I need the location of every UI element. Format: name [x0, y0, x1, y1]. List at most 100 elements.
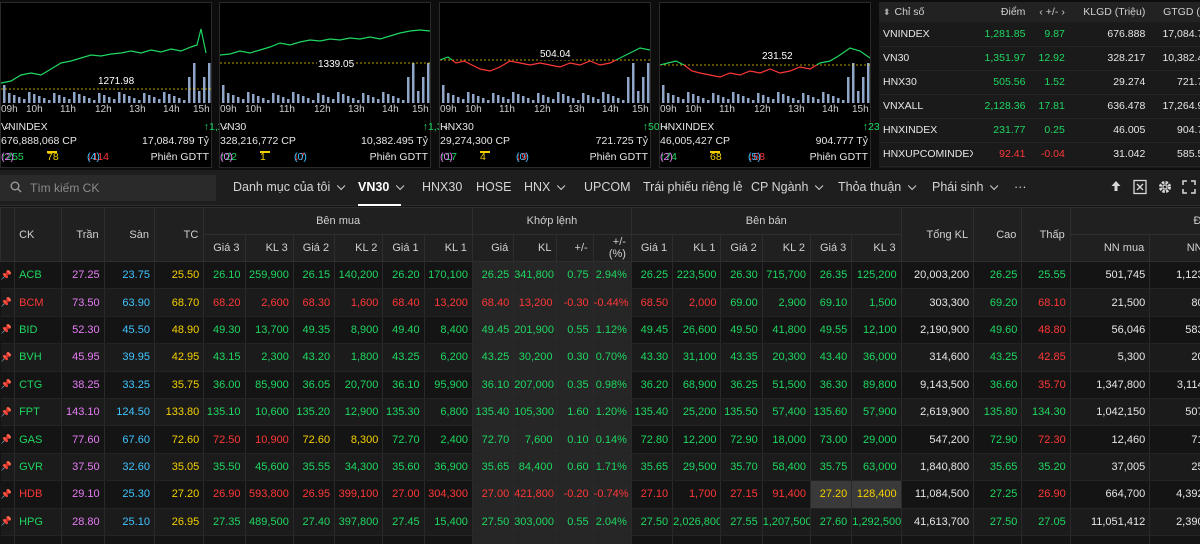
volume-bar — [522, 96, 525, 103]
more-tabs-button[interactable]: ··· — [1014, 170, 1027, 206]
tab-hose[interactable]: HOSE — [476, 170, 511, 206]
stock-row[interactable]: 📌 BVH 45.95 39.95 42.95 43.15 2,300 43.20 1,800 4… — [0, 343, 1200, 372]
tab-vn30[interactable]: VN30 — [358, 170, 405, 206]
chevron-down-icon — [557, 181, 566, 191]
tab-hnx30[interactable]: HNX30 — [422, 170, 462, 206]
summary-row[interactable]: HNXUPCOMINDEX 92.41 -0.04 31.042 585.531 — [879, 142, 1200, 167]
stock-row[interactable]: 📌 HDB 29.10 25.30 27.20 26.90 593,800 26.95 399,… — [0, 480, 1200, 509]
stock-row[interactable] — [0, 535, 1200, 544]
stock-row[interactable]: 📌 GVR 37.50 32.60 35.05 35.50 45,600 35.55 34,30… — [0, 453, 1200, 482]
col-header-total[interactable]: Tổng KL — [900, 207, 975, 262]
chevron-down-icon: ⌄ — [442, 121, 450, 131]
summary-header-value[interactable]: GTGD (Tỷ) — [1149, 2, 1200, 22]
col-header-ask-price-1[interactable]: Giá 1 — [630, 234, 674, 262]
tab-ph-i-sinh[interactable]: Phái sinh — [932, 170, 999, 206]
stock-row[interactable]: 📌 ACB 27.25 23.75 25.50 26.10 259,900 26.15 140,… — [0, 261, 1200, 290]
col-header-change-pct[interactable]: +/- (%) — [592, 234, 632, 262]
col-header-bid-vol-2[interactable]: KL 2 — [334, 234, 384, 262]
low-price: 25.55 — [1021, 261, 1071, 290]
fullscreen-icon[interactable] — [1181, 179, 1197, 195]
tab-cp-ng-nh[interactable]: CP Ngành — [751, 170, 824, 206]
ask-vol-2: 18,000 — [762, 425, 812, 454]
ask-vol-1: 25,200 — [672, 398, 722, 427]
summary-header-volume[interactable]: KLGD (Triệu) — [1068, 2, 1150, 22]
col-header-ask-vol-3[interactable]: KL 3 — [851, 234, 902, 262]
pin-icon[interactable]: 📌 — [0, 425, 16, 454]
stock-row[interactable]: 📌 FPT 143.10 124.50 133.80 135.10 10,600 135.20… — [0, 398, 1200, 427]
summary-row[interactable]: VNINDEX 1,281.85 9.87 676.888 17,084.789 — [879, 22, 1200, 47]
excel-export-icon[interactable] — [1132, 179, 1148, 195]
volume-bar — [317, 93, 320, 103]
change-pct: 0.14% — [593, 425, 632, 454]
tab-upcom[interactable]: UPCOM — [584, 170, 631, 206]
pin-icon[interactable]: 📌 — [0, 508, 16, 536]
high-price — [973, 535, 1023, 544]
tab-hnx[interactable]: HNX — [524, 170, 566, 206]
col-header-ask-price-3[interactable]: Giá 3 — [810, 234, 853, 262]
pin-icon[interactable]: 📌 — [0, 480, 16, 509]
col-header-floor[interactable]: Sàn — [103, 207, 155, 262]
foreign-sell: 507,000 — [1149, 398, 1200, 427]
col-header-foreign-buy[interactable]: NN mua — [1069, 234, 1151, 262]
tab-th-a-thu-n[interactable]: Thỏa thuận — [838, 170, 917, 206]
stock-row[interactable]: 📌 BCM 73.50 63.90 68.70 68.20 2,600 68.30 1,600 6… — [0, 288, 1200, 317]
summary-header-point[interactable]: Điểm — [973, 2, 1030, 22]
col-header-ref[interactable]: TC — [153, 207, 205, 262]
ask-price-2: 27.55 — [720, 508, 763, 536]
summary-row[interactable]: VNXALL 2,128.36 17.81 636.478 17,264.942 — [879, 94, 1200, 119]
tab-tr-i-phi-u-ri-ng-l-[interactable]: Trái phiếu riêng lẻ — [643, 170, 743, 206]
stock-row[interactable]: 📌 GAS 77.60 67.60 72.60 72.50 10,900 72.60 8,300… — [0, 425, 1200, 454]
volume-bar — [552, 99, 555, 103]
col-header-ask-price-2[interactable]: Giá 2 — [720, 234, 763, 262]
summary-value: 17,084.789 — [1149, 22, 1200, 47]
col-header-bid-price-2[interactable]: Giá 2 — [292, 234, 336, 262]
stock-row[interactable]: 📌 HPG 28.80 25.10 26.95 27.35 489,500 27.40 397,… — [0, 508, 1200, 536]
volume-bar — [73, 92, 76, 103]
col-header-ck[interactable]: CK — [14, 207, 63, 262]
summary-header-index[interactable]: ⬍ Chỉ số — [879, 2, 974, 22]
col-header-ask-vol-1[interactable]: KL 1 — [672, 234, 722, 262]
col-header-ceil[interactable]: Trần — [61, 207, 105, 262]
col-header-foreign-sell[interactable]: NN bán — [1149, 234, 1200, 262]
summary-header-change[interactable]: ‹ +/- › — [1029, 2, 1069, 22]
pin-icon[interactable]: 📌 — [0, 371, 16, 399]
pin-icon[interactable]: 📌 — [0, 316, 16, 345]
col-header-match-price[interactable]: Giá — [471, 234, 515, 262]
col-header-bid-vol-1[interactable]: KL 1 — [423, 234, 473, 262]
index-panel-hnx30[interactable]: 504.04 09h 10h 11h 12h 13h 14h 15h HNX30⌄ ↑ 50… — [439, 2, 743, 168]
index-panel-hnxindex[interactable]: 231.52 09h 10h 11h 12h 13h 14h 15h HNXINDEX ⌄ ↑… — [659, 2, 962, 168]
pin-icon[interactable]: 📌 — [0, 288, 16, 317]
stock-row[interactable]: 📌 CTG 38.25 33.25 35.75 36.00 85,900 36.05 20,70… — [0, 371, 1200, 399]
upload-icon[interactable] — [1108, 179, 1124, 195]
stock-row[interactable]: 📌 BID 52.30 45.50 48.90 49.30 13,700 49.35 8,900… — [0, 316, 1200, 345]
index-panel-vn30[interactable]: 1339.05 09h 10h 11h 12h 13h 14h 15h VN30⌄ ↑ 1,… — [219, 2, 538, 168]
pin-icon[interactable]: 📌 — [0, 261, 16, 290]
stock-search[interactable] — [0, 175, 216, 201]
col-header-match-vol[interactable]: KL — [513, 234, 558, 262]
tab-danh-m-c-c-a-t-i[interactable]: Danh mục của tôi — [233, 170, 346, 206]
col-header-low[interactable]: Thấp — [1021, 207, 1071, 262]
col-header-ask-vol-2[interactable]: KL 2 — [761, 234, 812, 262]
pin-icon[interactable] — [0, 535, 16, 544]
col-header-bid-vol-3[interactable]: KL 3 — [244, 234, 294, 262]
summary-row[interactable]: VN30 1,351.97 12.92 328.217 10,382.495 — [879, 46, 1200, 71]
col-header-high[interactable]: Cao — [973, 207, 1023, 262]
pin-icon[interactable]: 📌 — [0, 398, 16, 427]
col-header-bid-price-1[interactable]: Giá 1 — [382, 234, 425, 262]
col-header-bid-price-3[interactable]: Giá 3 — [203, 234, 246, 262]
total-volume: 11,084,500 — [901, 480, 975, 509]
pin-icon[interactable]: 📌 — [0, 343, 16, 372]
foreign-buy: 501,745 — [1070, 261, 1151, 290]
gear-icon[interactable] — [1157, 179, 1173, 195]
ref-price: 42.95 — [154, 343, 205, 372]
search-input[interactable] — [30, 179, 210, 197]
index-panel-vnindex[interactable]: 1271.98 09h 10h 11h 12h 13h 14h 15h VNINDEX ⌄ ↑… — [0, 2, 313, 168]
change: 0.10 — [556, 425, 594, 454]
summary-row[interactable]: HNX30 505.56 1.52 29.274 721.725 — [879, 70, 1200, 95]
volume-bar — [307, 98, 310, 103]
summary-row[interactable]: HNXINDEX 231.77 0.25 46.005 904.777 — [879, 118, 1200, 143]
pin-icon[interactable]: 📌 — [0, 453, 16, 482]
high-price: 135.80 — [973, 398, 1023, 427]
change: -0.20 — [556, 480, 594, 509]
col-header-change[interactable]: +/- — [556, 234, 594, 262]
